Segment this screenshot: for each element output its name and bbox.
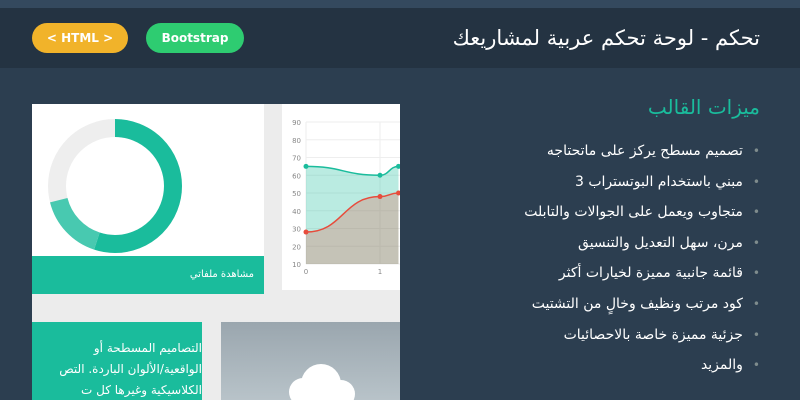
bootstrap-button[interactable]: Bootstrap [146, 23, 244, 53]
features-section: ميزات القالب • تصميم مسطح يركز على ماتحتا… [400, 92, 760, 381]
y-tick-label: 60 [292, 172, 301, 180]
y-tick-label: 50 [292, 190, 301, 198]
feature-item: • والمزيد [400, 350, 760, 381]
y-tick-label: 90 [292, 119, 301, 127]
y-tick-label: 30 [292, 226, 301, 234]
page-title: تحكم - لوحة تحكم عربية لمشاريعك [452, 26, 760, 50]
feature-item: • مبني باستخدام البوتستراب 3 [400, 167, 760, 198]
y-tick-label: 40 [292, 208, 301, 216]
feature-text: جزئية مميزة خاصة بالاحصائيات [563, 326, 743, 343]
donut-card-label: مشاهدة ملفاتي [32, 256, 264, 294]
feature-text: متجاوب ويعمل على الجوالات والتابلت [524, 204, 743, 221]
x-tick-label: 1 [378, 268, 382, 276]
features-heading: ميزات القالب [647, 95, 760, 119]
data-point [303, 229, 309, 235]
bullet-icon: • [752, 296, 760, 311]
bullet-icon: • [752, 235, 760, 250]
text-card: التصاميم المسطحة أو الواقعية/الألوان الب… [32, 322, 202, 400]
text-card-line: الواقعية/الألوان الباردة. التص [59, 362, 202, 376]
text-card-line: التصاميم المسطحة أو [93, 341, 202, 355]
feature-item: • قائمة جانبية مميزة لخيارات أكثر [400, 258, 760, 289]
feature-text: تصميم مسطح يركز على ماتحتاجه [546, 143, 743, 159]
header-bar: < HTML > Bootstrap تحكم - لوحة تحكم عربي… [0, 8, 800, 68]
y-tick-label: 80 [292, 137, 301, 145]
feature-text: كود مرتب ونظيف وخالٍ من التشتيت [531, 295, 743, 312]
data-point [377, 194, 383, 200]
y-tick-label: 70 [292, 155, 301, 163]
line-chart: 90 80 70 60 50 40 30 20 100 1 [292, 119, 400, 276]
y-tick-label: 10 [292, 261, 301, 269]
x-tick-label: 0 [304, 268, 308, 276]
bullet-icon: • [752, 205, 760, 220]
feature-item: • متجاوب ويعمل على الجوالات والتابلت [400, 197, 760, 228]
bullet-icon: • [752, 358, 760, 373]
feature-item: • مرن، سهل التعديل والتنسيق [400, 228, 760, 259]
photo-card [221, 322, 400, 400]
data-point [303, 163, 309, 169]
donut-chart [48, 119, 182, 253]
bullet-icon: • [752, 327, 760, 342]
feature-text: مبني باستخدام البوتستراب 3 [574, 173, 743, 190]
top-band [0, 0, 800, 8]
feature-item: • كود مرتب ونظيف وخالٍ من التشتيت [400, 289, 760, 320]
cloud-icon [289, 364, 355, 400]
feature-text: والمزيد [700, 357, 743, 374]
feature-item: • تصميم مسطح يركز على ماتحتاجه [400, 136, 760, 167]
y-tick-label: 20 [292, 243, 301, 251]
dashboard-preview: مشاهدة ملفاتي 90 80 70 60 50 40 30 20 10 0 1 التصا… [32, 104, 400, 400]
html-button[interactable]: < HTML > [32, 23, 128, 53]
donut-card: مشاهدة ملفاتي [32, 104, 264, 294]
bullet-icon: • [752, 144, 760, 158]
line-chart-card: 90 80 70 60 50 40 30 20 10 0 1 [282, 104, 400, 290]
text-card-line: الكلاسيكية وغيرها كل ت [81, 383, 202, 397]
features-list: • تصميم مسطح يركز على ماتحتاجه • مبني باست… [400, 136, 760, 381]
bullet-icon: • [752, 174, 760, 189]
data-point [377, 172, 383, 178]
feature-text: قائمة جانبية مميزة لخيارات أكثر [558, 265, 743, 282]
bullet-icon: • [752, 266, 760, 281]
feature-item: • جزئية مميزة خاصة بالاحصائيات [400, 320, 760, 351]
feature-text: مرن، سهل التعديل والتنسيق [578, 234, 743, 251]
